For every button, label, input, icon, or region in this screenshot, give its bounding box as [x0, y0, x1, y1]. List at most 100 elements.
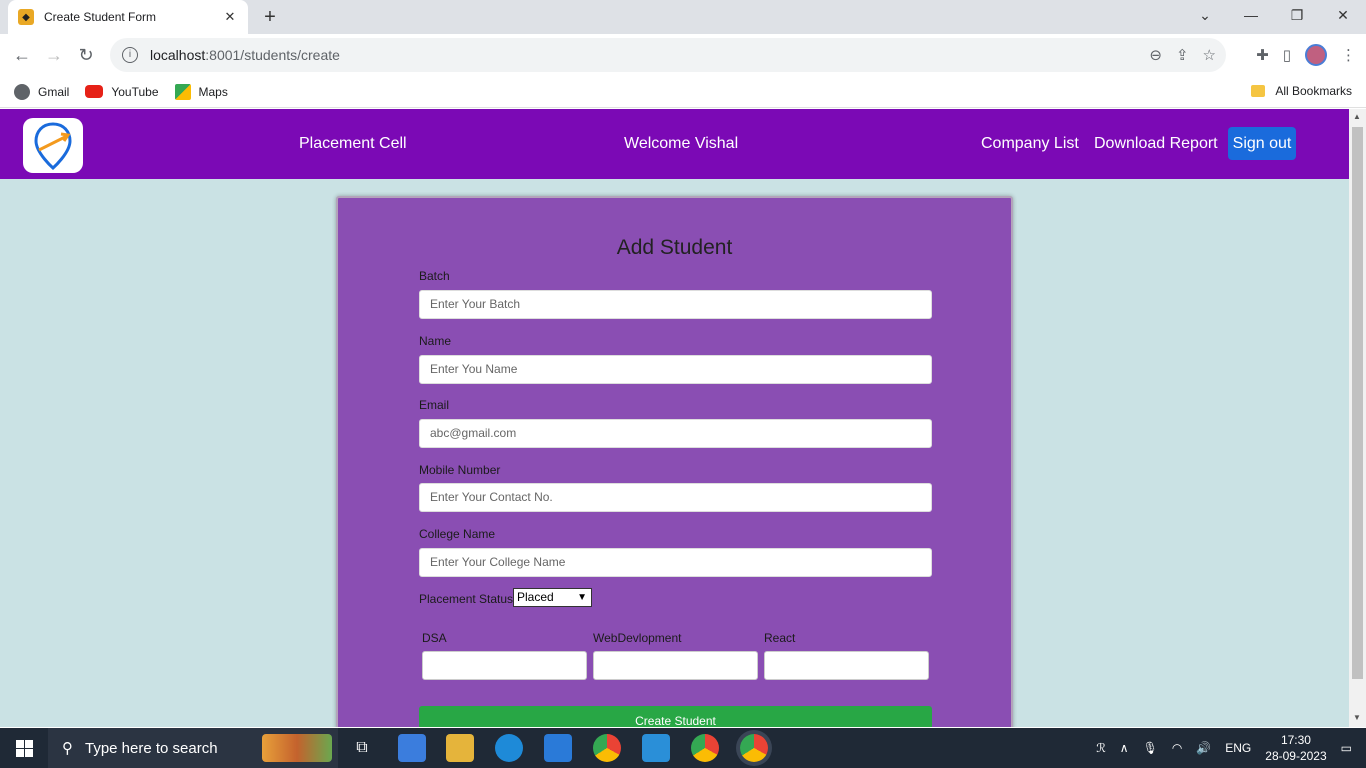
reload-icon[interactable]: ↻: [70, 39, 102, 71]
placement-status-select[interactable]: Placed ▼: [513, 588, 592, 607]
back-icon[interactable]: ←: [6, 39, 38, 71]
tab-close-icon[interactable]: ✕: [222, 9, 238, 25]
download-report-link[interactable]: Download Report: [1094, 135, 1218, 153]
welcome-text: Welcome Vishal: [624, 135, 739, 152]
tab-strip: ◆ Create Student Form ✕ + ⌄ — ❐ ✕: [0, 0, 1366, 34]
share-icon[interactable]: ⇪: [1176, 46, 1189, 64]
system-tray: ℛ ∧ 🎙 ◠ 🔊 ENG 17:30 28-09-2023 ▭: [1096, 728, 1366, 768]
clock-date: 28-09-2023: [1265, 749, 1327, 763]
chevron-up-icon[interactable]: ∧: [1120, 741, 1129, 755]
college-label: College Name: [419, 527, 496, 541]
batch-input[interactable]: Enter Your Batch: [419, 290, 932, 319]
mobile-label: Mobile Number: [419, 463, 501, 477]
search-icon: ⚲: [62, 740, 73, 757]
clock[interactable]: 17:30 28-09-2023: [1265, 732, 1326, 764]
bookmark-youtube[interactable]: YouTube: [85, 84, 159, 99]
url-path: :8001/students/create: [205, 47, 340, 63]
notification-icon[interactable]: ▭: [1341, 741, 1352, 755]
file-explorer-icon[interactable]: [446, 734, 474, 762]
people-icon[interactable]: ℛ: [1096, 741, 1106, 755]
chrome-icon[interactable]: [593, 734, 621, 762]
sign-out-button[interactable]: Sign out: [1228, 127, 1296, 160]
site-info-icon[interactable]: i: [122, 47, 138, 63]
form-title: Add Student: [616, 236, 733, 259]
autumn-widget-icon[interactable]: [262, 734, 332, 762]
task-view-icon[interactable]: ⧉: [348, 734, 376, 762]
language-indicator[interactable]: ENG: [1225, 741, 1251, 755]
url-text: localhost:8001/students/create: [150, 47, 340, 63]
close-window-icon[interactable]: ✕: [1320, 0, 1366, 30]
mail-icon[interactable]: [544, 734, 572, 762]
brand-link[interactable]: Placement Cell: [299, 135, 407, 153]
batch-label: Batch: [419, 269, 450, 283]
browser-tab[interactable]: ◆ Create Student Form ✕: [8, 0, 248, 34]
bookmark-label: Maps: [198, 84, 228, 99]
side-panel-icon[interactable]: ▯: [1283, 46, 1291, 64]
youtube-icon: [85, 85, 104, 98]
extensions-icon[interactable]: ✚: [1256, 46, 1269, 64]
bookmark-label: YouTube: [111, 84, 159, 99]
address-bar[interactable]: i localhost:8001/students/create ⊖ ⇪ ☆: [110, 38, 1226, 72]
microphone-icon[interactable]: 🎙: [1143, 741, 1158, 755]
browser-toolbar: ← → ↻ i localhost:8001/students/create ⊖…: [0, 34, 1366, 76]
zoom-icon[interactable]: ⊖: [1149, 46, 1162, 64]
all-bookmarks[interactable]: All Bookmarks: [1251, 84, 1352, 98]
create-student-button[interactable]: Create Student: [419, 706, 932, 727]
minimize-icon[interactable]: —: [1228, 0, 1274, 30]
college-input[interactable]: Enter Your College Name: [419, 548, 932, 577]
scroll-down-icon[interactable]: ▼: [1353, 713, 1361, 722]
webdev-score-input[interactable]: [593, 651, 758, 680]
search-placeholder: Type here to search: [85, 739, 218, 757]
dsa-score-input[interactable]: [422, 651, 587, 680]
chrome-profile-icon[interactable]: [691, 734, 719, 762]
bookmark-gmail[interactable]: Gmail: [14, 83, 70, 100]
site-navbar: Placement Cell Welcome Vishal Company Li…: [0, 109, 1349, 179]
new-tab-icon[interactable]: +: [258, 5, 282, 29]
dsa-label: DSA: [422, 631, 447, 645]
chrome-active-icon[interactable]: [740, 734, 768, 762]
windows-logo-icon: [15, 739, 33, 757]
vscode-icon[interactable]: [642, 734, 670, 762]
name-label: Name: [419, 334, 452, 348]
folder-icon: [1251, 85, 1266, 97]
bookmarks-bar: Gmail YouTube Maps All Bookmarks: [0, 76, 1366, 108]
bookmark-label: Gmail: [38, 84, 70, 99]
placement-status-value: Placed: [517, 590, 554, 604]
company-list-link[interactable]: Company List: [981, 135, 1079, 153]
all-bookmarks-label: All Bookmarks: [1275, 84, 1352, 98]
email-input[interactable]: abc@gmail.com: [419, 419, 932, 448]
volume-icon[interactable]: 🔊: [1196, 741, 1211, 755]
tab-title: Create Student Form: [44, 10, 157, 24]
wifi-icon[interactable]: ◠: [1172, 741, 1182, 755]
bookmark-maps[interactable]: Maps: [174, 83, 228, 100]
react-label: React: [764, 631, 796, 645]
toolbar-right: ✚ ▯ ⋮: [1256, 38, 1356, 72]
placement-status-label: Placement Status: [419, 592, 514, 606]
menu-icon[interactable]: ⋮: [1341, 46, 1356, 64]
site-favicon-icon: ◆: [18, 9, 34, 25]
webdev-label: WebDevlopment: [593, 631, 682, 645]
add-student-card: Add Student Batch Enter Your Batch Name …: [336, 196, 1013, 727]
profile-avatar[interactable]: [1305, 44, 1327, 66]
scroll-thumb[interactable]: [1352, 127, 1363, 679]
maps-icon: [174, 83, 191, 100]
react-score-input[interactable]: [764, 651, 929, 680]
mobile-input[interactable]: Enter Your Contact No.: [419, 483, 932, 512]
site-logo[interactable]: [23, 118, 83, 173]
windows-taskbar: ⚲ Type here to search ⧉ ℛ ∧ 🎙 ◠ 🔊 ENG 17…: [0, 728, 1366, 768]
store-icon[interactable]: [398, 734, 426, 762]
page-scrollbar[interactable]: ▲ ▼: [1349, 109, 1366, 727]
omnibox-actions: ⊖ ⇪ ☆: [1149, 38, 1216, 72]
tab-search-icon[interactable]: ⌄: [1182, 0, 1228, 30]
globe-icon: [14, 83, 30, 100]
name-input[interactable]: Enter You Name: [419, 355, 932, 384]
chevron-down-icon: ▼: [577, 592, 587, 603]
start-button[interactable]: [0, 728, 48, 768]
edge-icon[interactable]: [495, 734, 523, 762]
restore-icon[interactable]: ❐: [1274, 0, 1320, 30]
bookmark-star-icon[interactable]: ☆: [1203, 46, 1216, 64]
url-host: localhost: [150, 47, 206, 63]
location-pin-icon: [34, 121, 72, 170]
forward-icon[interactable]: →: [38, 39, 70, 71]
scroll-up-icon[interactable]: ▲: [1353, 112, 1361, 121]
